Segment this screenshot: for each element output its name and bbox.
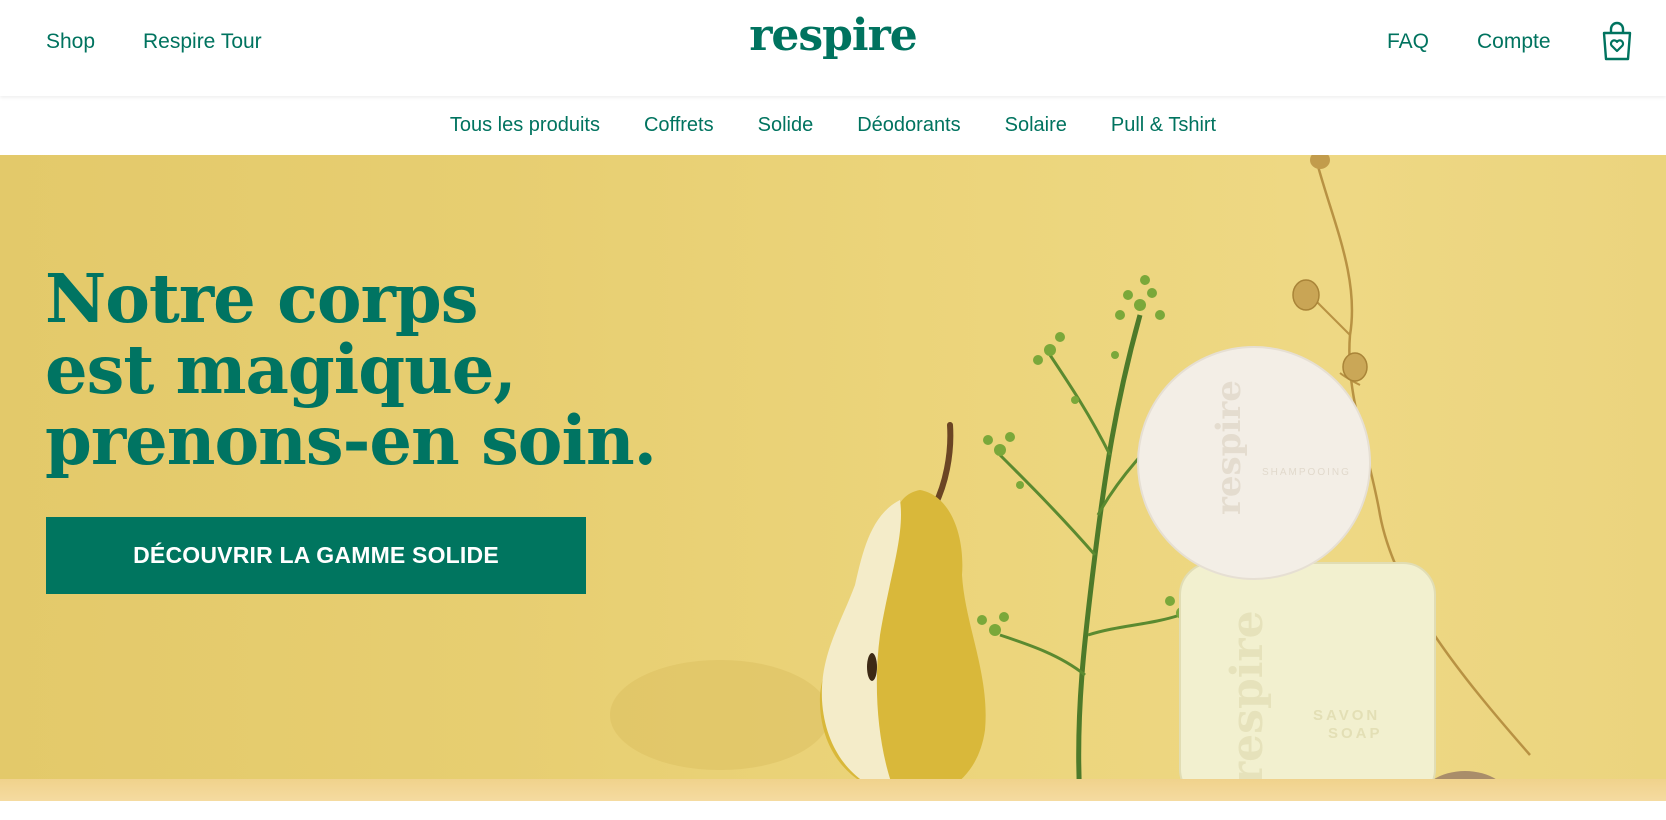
hero-banner: respire SAVON SOAP respire SHAMPOOING No… [0,155,1666,801]
category-apparel[interactable]: Pull & Tshirt [1111,114,1216,137]
hero-headline-line-3: prenons-en soin. [45,401,657,480]
svg-text:SAVON: SAVON [1313,707,1380,724]
hero-headline-line-1: Notre corps [45,259,478,338]
nav-link-faq[interactable]: FAQ [1387,30,1429,54]
hero-floor [0,779,1666,801]
discover-solid-range-button[interactable]: DÉCOUVRIR LA GAMME SOLIDE [46,517,586,594]
page-below-fold [0,801,1666,820]
round-soap-icon: respire SHAMPOOING [1137,346,1371,580]
nav-link-account[interactable]: Compte [1477,30,1551,54]
category-all-products[interactable]: Tous les produits [450,114,600,137]
category-solid[interactable]: Solide [758,114,814,137]
svg-text:respire: respire [1209,380,1249,515]
pear-icon [819,422,986,798]
svg-text:SHAMPOOING: SHAMPOOING [1262,467,1351,478]
cart-button[interactable] [1600,20,1634,62]
category-nav: Tous les produits Coffrets Solide Déodor… [0,96,1666,155]
svg-text:SOAP: SOAP [1328,725,1383,742]
category-gift-boxes[interactable]: Coffrets [644,114,714,137]
shopping-bag-heart-icon [1602,21,1632,61]
nav-link-shop[interactable]: Shop [46,30,95,54]
category-sun-care[interactable]: Solaire [1005,114,1067,137]
hero-headline: Notre corps est magique, prenons-en soin… [45,259,657,480]
brand-logo[interactable]: respire [749,10,918,61]
hero-headline-line-2: est magique, [45,330,517,409]
square-soap-icon: respire SAVON SOAP [1179,562,1436,801]
svg-text:respire: respire [1222,610,1273,785]
site-header: Shop Respire Tour respire FAQ Compte [0,0,1666,96]
nav-link-respire-tour[interactable]: Respire Tour [143,30,262,54]
flowering-branch-icon [977,275,1197,801]
category-deodorants[interactable]: Déodorants [857,114,960,137]
